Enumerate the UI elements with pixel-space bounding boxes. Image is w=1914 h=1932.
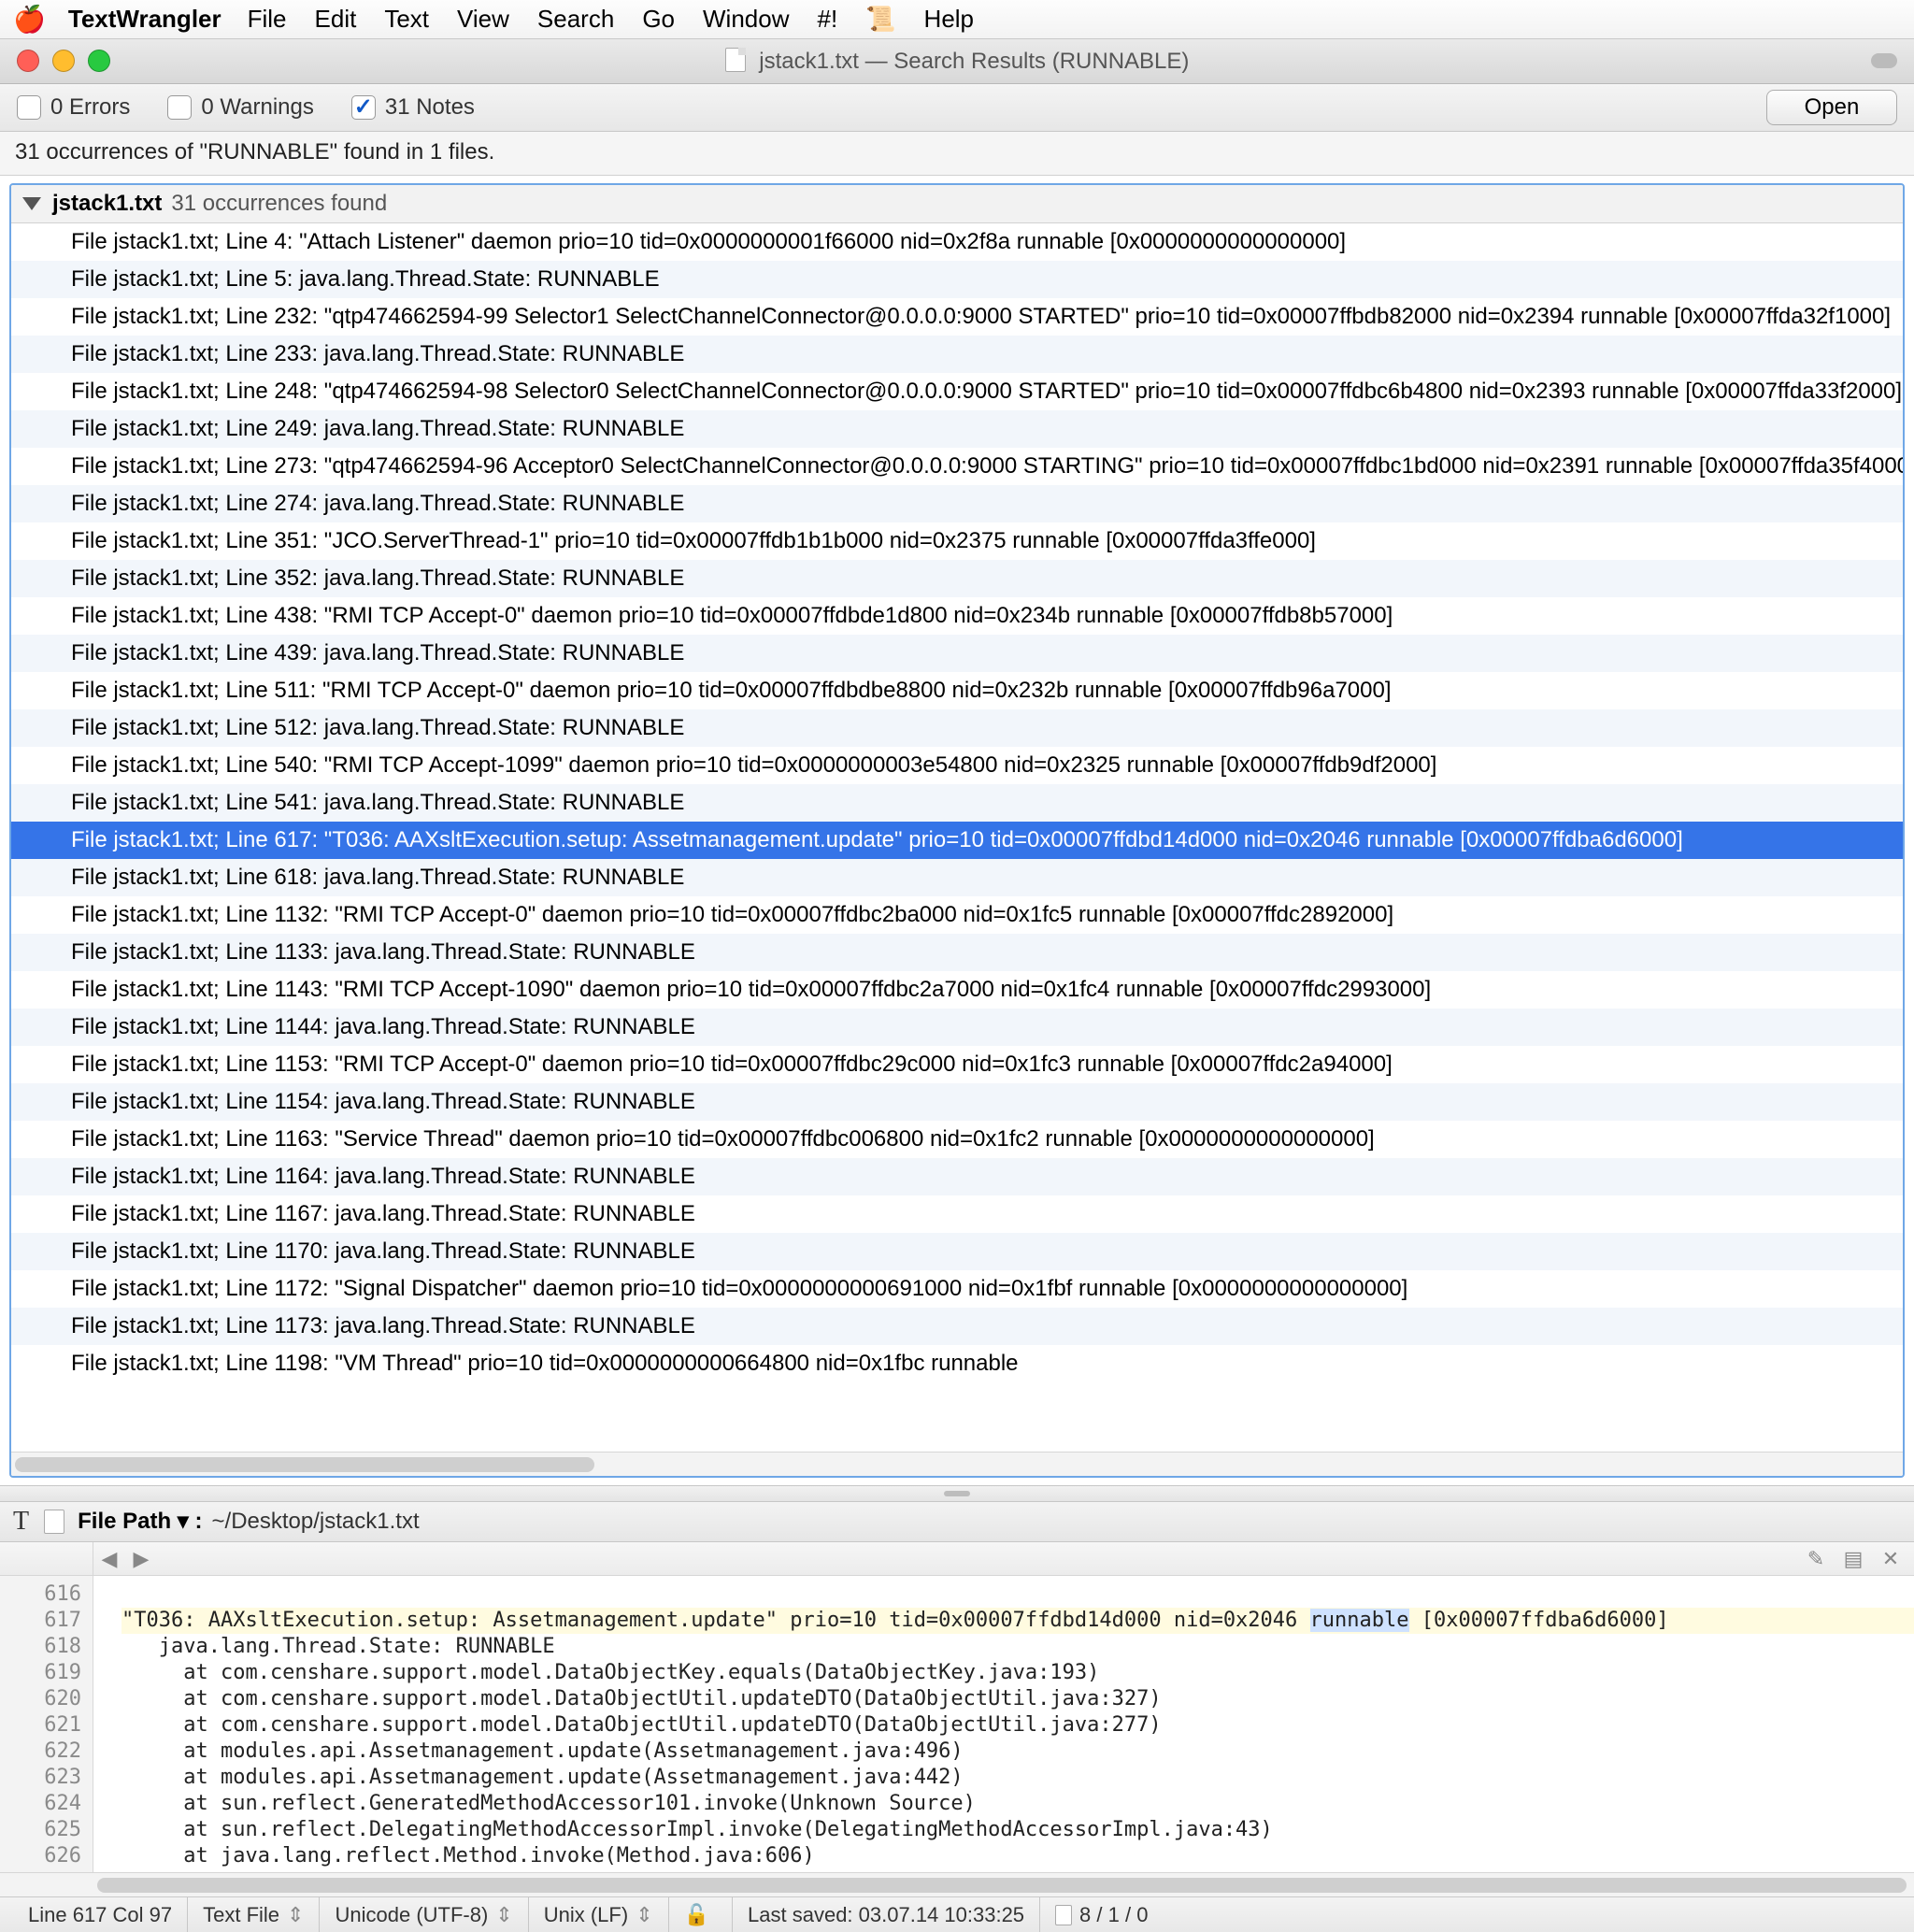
nav-tool-icon[interactable]: ✕ bbox=[1877, 1549, 1905, 1569]
menu-search[interactable]: Search bbox=[537, 5, 614, 34]
nav-back-button[interactable]: ◀ bbox=[93, 1547, 125, 1571]
results-horizontal-scrollbar[interactable] bbox=[11, 1452, 1903, 1476]
nav-forward-button[interactable]: ▶ bbox=[125, 1547, 157, 1571]
result-row[interactable]: File jstack1.txt; Line 1173: java.lang.T… bbox=[11, 1308, 1903, 1345]
zoom-window-button[interactable] bbox=[88, 50, 110, 72]
menu-help[interactable]: Help bbox=[924, 5, 974, 34]
line-endings-selector[interactable]: Unix (LF)⇕ bbox=[529, 1897, 669, 1932]
pane-splitter[interactable] bbox=[0, 1485, 1914, 1502]
file-path: ~/Desktop/jstack1.txt bbox=[212, 1509, 420, 1535]
result-row[interactable]: File jstack1.txt; Line 618: java.lang.Th… bbox=[11, 859, 1903, 896]
text-options-icon[interactable]: T bbox=[13, 1507, 29, 1537]
code-editor[interactable]: 6166176186196206216226236246256266276286… bbox=[0, 1576, 1914, 1873]
result-row[interactable]: File jstack1.txt; Line 617: "T036: AAXsl… bbox=[11, 822, 1903, 859]
code-area[interactable]: "T036: AAXsltExecution.setup: Assetmanag… bbox=[93, 1576, 1914, 1873]
results-file-count: 31 occurrences found bbox=[171, 191, 387, 217]
menu-file[interactable]: File bbox=[248, 5, 287, 34]
warnings-checkbox[interactable]: 0 Warnings bbox=[167, 94, 314, 121]
encoding-selector[interactable]: Unicode (UTF-8)⇕ bbox=[320, 1897, 528, 1932]
result-row[interactable]: File jstack1.txt; Line 511: "RMI TCP Acc… bbox=[11, 672, 1903, 709]
result-row[interactable]: File jstack1.txt; Line 1164: java.lang.T… bbox=[11, 1158, 1903, 1195]
result-row[interactable]: File jstack1.txt; Line 351: "JCO.ServerT… bbox=[11, 522, 1903, 560]
result-row[interactable]: File jstack1.txt; Line 273: "qtp47466259… bbox=[11, 448, 1903, 485]
system-menubar: 🍎 TextWrangler File Edit Text View Searc… bbox=[0, 0, 1914, 39]
result-row[interactable]: File jstack1.txt; Line 274: java.lang.Th… bbox=[11, 485, 1903, 522]
result-row[interactable]: File jstack1.txt; Line 1143: "RMI TCP Ac… bbox=[11, 971, 1903, 1009]
result-row[interactable]: File jstack1.txt; Line 1144: java.lang.T… bbox=[11, 1009, 1903, 1046]
result-row[interactable]: File jstack1.txt; Line 1172: "Signal Dis… bbox=[11, 1270, 1903, 1308]
lock-status[interactable]: 🔓 bbox=[669, 1897, 733, 1932]
result-row[interactable]: File jstack1.txt; Line 233: java.lang.Th… bbox=[11, 336, 1903, 373]
line-number-gutter: 6166176186196206216226236246256266276286… bbox=[0, 1576, 93, 1873]
menu-text[interactable]: Text bbox=[384, 5, 429, 34]
minimize-window-button[interactable] bbox=[52, 50, 75, 72]
notes-label: 31 Notes bbox=[385, 94, 475, 121]
editor-horizontal-scrollbar[interactable] bbox=[0, 1872, 1914, 1896]
cursor-position: Line 617 Col 97 bbox=[13, 1897, 187, 1932]
menu-view[interactable]: View bbox=[457, 5, 509, 34]
menu-window[interactable]: Window bbox=[703, 5, 789, 34]
result-row[interactable]: File jstack1.txt; Line 1163: "Service Th… bbox=[11, 1121, 1903, 1158]
search-summary: 31 occurrences of "RUNNABLE" found in 1 … bbox=[0, 132, 1914, 176]
open-button[interactable]: Open bbox=[1766, 90, 1897, 125]
errors-checkbox[interactable]: 0 Errors bbox=[17, 94, 130, 121]
document-proxy-icon[interactable] bbox=[725, 48, 746, 72]
counts: 8 / 1 / 0 bbox=[1040, 1897, 1163, 1932]
result-row[interactable]: File jstack1.txt; Line 1170: java.lang.T… bbox=[11, 1233, 1903, 1270]
result-row[interactable]: File jstack1.txt; Line 249: java.lang.Th… bbox=[11, 410, 1903, 448]
disclosure-triangle-icon[interactable] bbox=[22, 197, 41, 210]
warnings-label: 0 Warnings bbox=[201, 94, 314, 121]
app-name[interactable]: TextWrangler bbox=[68, 5, 221, 34]
result-row[interactable]: File jstack1.txt; Line 541: java.lang.Th… bbox=[11, 784, 1903, 822]
result-row[interactable]: File jstack1.txt; Line 540: "RMI TCP Acc… bbox=[11, 747, 1903, 784]
result-row[interactable]: File jstack1.txt; Line 5: java.lang.Thre… bbox=[11, 261, 1903, 298]
result-row[interactable]: File jstack1.txt; Line 352: java.lang.Th… bbox=[11, 560, 1903, 597]
result-row[interactable]: File jstack1.txt; Line 1198: "VM Thread"… bbox=[11, 1345, 1903, 1382]
result-row[interactable]: File jstack1.txt; Line 1167: java.lang.T… bbox=[11, 1195, 1903, 1233]
results-list[interactable]: File jstack1.txt; Line 4: "Attach Listen… bbox=[11, 223, 1903, 1451]
result-row[interactable]: File jstack1.txt; Line 1153: "RMI TCP Ac… bbox=[11, 1046, 1903, 1083]
notes-checkbox[interactable]: ✓31 Notes bbox=[351, 94, 475, 121]
window-title-text: jstack1.txt — Search Results (RUNNABLE) bbox=[759, 49, 1189, 74]
window-titlebar[interactable]: jstack1.txt — Search Results (RUNNABLE) bbox=[0, 39, 1914, 84]
result-row[interactable]: File jstack1.txt; Line 4: "Attach Listen… bbox=[11, 223, 1903, 261]
results-file-name: jstack1.txt bbox=[52, 191, 162, 217]
results-panel: jstack1.txt 31 occurrences found File js… bbox=[9, 183, 1905, 1477]
result-row[interactable]: File jstack1.txt; Line 232: "qtp47466259… bbox=[11, 298, 1903, 336]
result-row[interactable]: File jstack1.txt; Line 248: "qtp47466259… bbox=[11, 373, 1903, 410]
errors-label: 0 Errors bbox=[50, 94, 130, 121]
editor-pathbar: T File Path ▾ : ~/Desktop/jstack1.txt bbox=[0, 1502, 1914, 1543]
result-row[interactable]: File jstack1.txt; Line 1133: java.lang.T… bbox=[11, 934, 1903, 971]
filter-toolbar: 0 Errors 0 Warnings ✓31 Notes Open bbox=[0, 84, 1914, 133]
menu-edit[interactable]: Edit bbox=[315, 5, 357, 34]
result-row[interactable]: File jstack1.txt; Line 438: "RMI TCP Acc… bbox=[11, 597, 1903, 635]
result-row[interactable]: File jstack1.txt; Line 439: java.lang.Th… bbox=[11, 635, 1903, 672]
menu-shebang[interactable]: #! bbox=[817, 5, 837, 34]
document-icon[interactable] bbox=[44, 1510, 64, 1534]
window-title: jstack1.txt — Search Results (RUNNABLE) bbox=[0, 48, 1914, 75]
last-saved: Last saved: 03.07.14 10:33:25 bbox=[733, 1897, 1040, 1932]
nav-tool-icon[interactable]: ▤ bbox=[1839, 1549, 1867, 1569]
status-bar: Line 617 Col 97 Text File⇕ Unicode (UTF-… bbox=[0, 1896, 1914, 1932]
close-window-button[interactable] bbox=[17, 50, 39, 72]
toolbar-toggle-button[interactable] bbox=[1871, 53, 1897, 68]
document-type-selector[interactable]: Text File⇕ bbox=[187, 1897, 320, 1932]
nav-tool-icon[interactable]: ✎ bbox=[1802, 1549, 1830, 1569]
result-row[interactable]: File jstack1.txt; Line 512: java.lang.Th… bbox=[11, 709, 1903, 747]
results-file-header[interactable]: jstack1.txt 31 occurrences found bbox=[11, 185, 1903, 223]
editor-navbar: ◀ ▶ ✎ ▤ ✕ bbox=[0, 1542, 1914, 1576]
result-row[interactable]: File jstack1.txt; Line 1132: "RMI TCP Ac… bbox=[11, 896, 1903, 934]
apple-menu-icon[interactable]: 🍎 bbox=[13, 4, 46, 35]
result-row[interactable]: File jstack1.txt; Line 1154: java.lang.T… bbox=[11, 1083, 1903, 1121]
menu-script-icon[interactable]: 📜 bbox=[865, 5, 895, 34]
pathbar-label[interactable]: File Path ▾ : bbox=[78, 1508, 202, 1535]
menu-go[interactable]: Go bbox=[642, 5, 675, 34]
